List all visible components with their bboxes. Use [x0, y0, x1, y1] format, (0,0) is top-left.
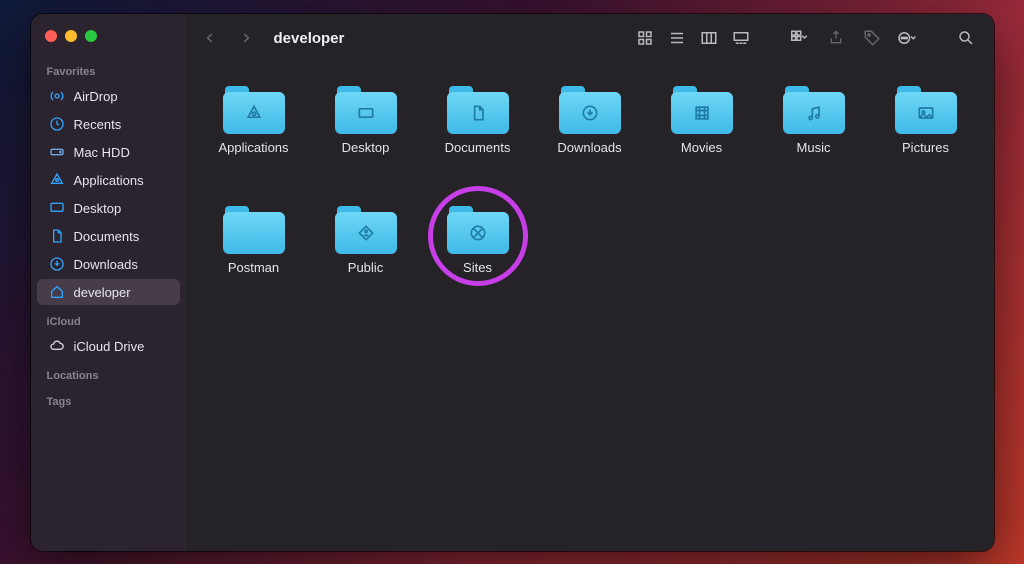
sidebar-section-favorites: Favorites: [31, 56, 186, 82]
folder-icon: [671, 86, 733, 134]
folder-item-public[interactable]: Public: [314, 200, 418, 320]
folder-icon: [335, 86, 397, 134]
disk-icon: [49, 144, 65, 160]
folder-item-applications[interactable]: Applications: [202, 80, 306, 200]
folder-label: Public: [348, 260, 383, 275]
download-icon: [49, 256, 65, 272]
maximize-window-button[interactable]: [85, 30, 97, 42]
forward-button[interactable]: [232, 24, 260, 52]
sidebar-item-label: Documents: [74, 229, 140, 244]
view-mode-group: [630, 24, 756, 52]
sidebar-item-label: developer: [74, 285, 131, 300]
sidebar-item-label: AirDrop: [74, 89, 118, 104]
public-glyph-icon: [355, 222, 377, 244]
sidebar-item-mac-hdd[interactable]: Mac HDD: [37, 139, 180, 165]
sidebar-item-downloads[interactable]: Downloads: [37, 251, 180, 277]
search-button[interactable]: [952, 24, 980, 52]
main-pane: developer: [186, 14, 994, 551]
folder-item-downloads[interactable]: Downloads: [538, 80, 642, 200]
sites-glyph-icon: [467, 222, 489, 244]
doc-glyph-icon: [467, 102, 489, 124]
folder-label: Documents: [445, 140, 511, 155]
folder-icon: [783, 86, 845, 134]
sidebar-item-label: Recents: [74, 117, 122, 132]
download-glyph-icon: [579, 102, 601, 124]
folder-item-desktop[interactable]: Desktop: [314, 80, 418, 200]
back-button[interactable]: [196, 24, 224, 52]
cloud-icon: [49, 338, 65, 354]
sidebar-item-documents[interactable]: Documents: [37, 223, 180, 249]
folder-icon: [895, 86, 957, 134]
sidebar-item-applications[interactable]: Applications: [37, 167, 180, 193]
desktop-icon: [49, 200, 65, 216]
share-button[interactable]: [822, 24, 850, 52]
finder-window: Favorites AirDrop Recents Mac HDD Applic…: [31, 14, 994, 551]
folder-glyph-icon: [243, 222, 265, 244]
sidebar-item-label: Mac HDD: [74, 145, 130, 160]
desktop-glyph-icon: [355, 102, 377, 124]
gallery-view-button[interactable]: [726, 24, 756, 52]
folder-label: Movies: [681, 140, 722, 155]
clock-icon: [49, 116, 65, 132]
close-window-button[interactable]: [45, 30, 57, 42]
sidebar-section-tags: Tags: [31, 386, 186, 412]
window-controls: [31, 26, 186, 56]
group-by-button[interactable]: [786, 24, 814, 52]
sidebar-item-recents[interactable]: Recents: [37, 111, 180, 137]
sidebar-item-icloud-drive[interactable]: iCloud Drive: [37, 333, 180, 359]
image-glyph-icon: [915, 102, 937, 124]
folder-icon: [335, 206, 397, 254]
sidebar: Favorites AirDrop Recents Mac HDD Applic…: [31, 14, 186, 551]
film-glyph-icon: [691, 102, 713, 124]
toolbar: developer: [186, 14, 994, 62]
tags-button[interactable]: [858, 24, 886, 52]
sidebar-item-label: Applications: [74, 173, 144, 188]
sidebar-item-desktop[interactable]: Desktop: [37, 195, 180, 221]
folder-item-music[interactable]: Music: [762, 80, 866, 200]
folder-label: Postman: [228, 260, 279, 275]
folder-item-sites[interactable]: Sites: [426, 200, 530, 320]
sidebar-section-locations: Locations: [31, 360, 186, 386]
folder-icon: [447, 206, 509, 254]
folder-icon: [223, 86, 285, 134]
folder-item-movies[interactable]: Movies: [650, 80, 754, 200]
folder-label: Applications: [218, 140, 288, 155]
folder-label: Downloads: [557, 140, 621, 155]
folder-icon: [559, 86, 621, 134]
doc-icon: [49, 228, 65, 244]
folder-label: Sites: [463, 260, 492, 275]
folder-item-documents[interactable]: Documents: [426, 80, 530, 200]
sidebar-item-label: Downloads: [74, 257, 138, 272]
action-menu-button[interactable]: [894, 24, 922, 52]
apps-glyph-icon: [243, 102, 265, 124]
folder-label: Pictures: [902, 140, 949, 155]
sidebar-item-airdrop[interactable]: AirDrop: [37, 83, 180, 109]
airdrop-icon: [49, 88, 65, 104]
sidebar-section-icloud: iCloud: [31, 306, 186, 332]
home-icon: [49, 284, 65, 300]
sidebar-item-developer[interactable]: developer: [37, 279, 180, 305]
folder-icon: [223, 206, 285, 254]
icon-view-button[interactable]: [630, 24, 660, 52]
music-glyph-icon: [803, 102, 825, 124]
folder-grid: Applications Desktop Documents Downloads…: [186, 62, 994, 551]
column-view-button[interactable]: [694, 24, 724, 52]
list-view-button[interactable]: [662, 24, 692, 52]
apps-icon: [49, 172, 65, 188]
folder-item-postman[interactable]: Postman: [202, 200, 306, 320]
minimize-window-button[interactable]: [65, 30, 77, 42]
folder-item-pictures[interactable]: Pictures: [874, 80, 978, 200]
folder-label: Music: [797, 140, 831, 155]
sidebar-item-label: Desktop: [74, 201, 122, 216]
location-title: developer: [274, 30, 345, 47]
sidebar-item-label: iCloud Drive: [74, 339, 145, 354]
folder-label: Desktop: [342, 140, 390, 155]
folder-icon: [447, 86, 509, 134]
